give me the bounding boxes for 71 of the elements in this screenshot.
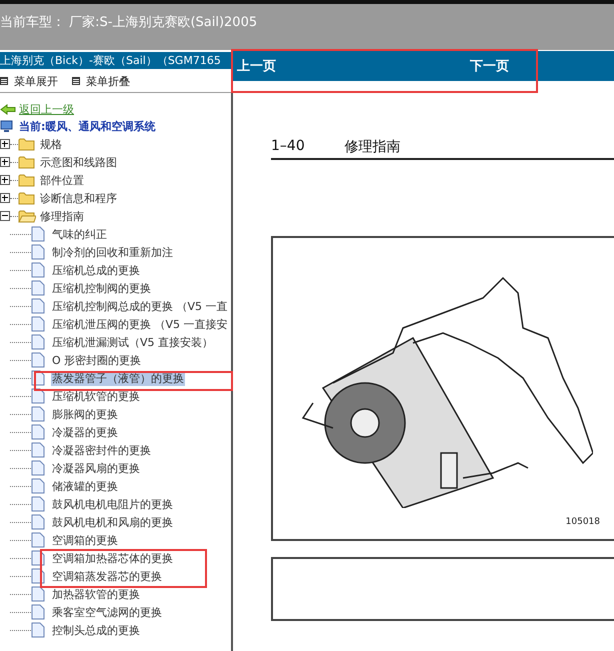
document-icon (31, 460, 45, 476)
current-section-label: 当前:暖风、通风和空调系统 (19, 119, 156, 134)
next-page-link[interactable]: 下一页 (470, 57, 509, 75)
document-icon (31, 352, 45, 368)
folder-icon (18, 173, 36, 187)
open-folder-icon (18, 209, 36, 223)
document-icon (31, 280, 45, 296)
page-number: 1–40 (271, 138, 305, 156)
document-icon (31, 478, 45, 494)
document-icon (31, 496, 45, 512)
collapse-icon[interactable] (0, 211, 10, 221)
document-icon (31, 604, 45, 620)
tree-page-item[interactable]: 乘客室空气滤网的更换 (51, 604, 163, 620)
document-icon (31, 406, 45, 422)
tree-page-item[interactable]: 加热器软管的更换 (51, 586, 141, 602)
tree-folder-item[interactable]: 诊断信息和程序 (40, 190, 117, 206)
document-icon (31, 442, 45, 458)
previous-page-link[interactable]: 上一页 (237, 57, 276, 75)
tree-page-item[interactable]: 控制头总成的更换 (51, 622, 141, 638)
document-icon (31, 298, 45, 314)
computer-icon (0, 120, 13, 133)
tree-page-item[interactable]: 空调箱蒸发器芯的更换 (51, 568, 163, 584)
folder-icon (18, 137, 36, 151)
expand-icon[interactable] (0, 139, 10, 149)
sidebar-title: 上海别克（Bick）-赛欧（Sail）（SGM7165 (0, 52, 231, 69)
document-icon (31, 244, 45, 260)
expand-icon[interactable] (0, 193, 10, 203)
figure-number: 105018 (566, 517, 600, 527)
tree-page-item[interactable]: 冷凝器的更换 (51, 424, 119, 440)
document-icon (31, 334, 45, 350)
folder-icon (18, 155, 36, 169)
expand-icon[interactable] (0, 157, 10, 167)
menu-toggle-button[interactable]: 菜单展开 (0, 73, 58, 89)
document-icon (31, 262, 45, 278)
folder-icon (18, 191, 36, 205)
section-heading: 修理指南 (344, 138, 401, 156)
tree-page-item[interactable]: 压缩机泄压阀的更换 （V5 一直接安 (51, 316, 229, 332)
document-icon (31, 586, 45, 602)
list-icon (72, 77, 80, 85)
tree-page-item[interactable]: 空调箱的更换 (51, 532, 119, 548)
tree-page-item[interactable]: 压缩机泄漏测试（V5 直接安装） (51, 334, 214, 350)
tree-page-item[interactable]: O 形密封圈的更换 (51, 352, 142, 368)
document-icon (31, 622, 45, 638)
back-link[interactable]: 返回上一级 (0, 101, 74, 118)
tree-page-item[interactable]: 压缩机软管的更换 (51, 388, 141, 404)
tree-page-item[interactable]: 压缩机总成的更换 (51, 262, 141, 278)
list-icon (0, 77, 8, 85)
document-icon (31, 514, 45, 530)
tree-page-item[interactable]: 鼓风机电机电阻片的更换 (51, 496, 174, 512)
tree-page-item[interactable]: 储液罐的更换 (51, 478, 119, 494)
tree-page-item[interactable]: 鼓风机电机和风扇的更换 (51, 514, 174, 530)
tree-folder-item[interactable]: 示意图和线路图 (40, 154, 117, 170)
tree-page-item[interactable]: 冷凝器密封件的更换 (51, 442, 152, 458)
tree-folder-item[interactable]: 修理指南 (40, 208, 84, 224)
tree-page-item[interactable]: 气味的纠正 (51, 226, 108, 242)
menu-toggle-button[interactable]: 菜单折叠 (72, 73, 130, 89)
document-icon (31, 424, 45, 440)
left-arrow-icon (0, 104, 16, 115)
tree-page-item[interactable]: 冷凝器风扇的更换 (51, 460, 141, 476)
tree-page-item[interactable]: 压缩机控制阀的更换 (51, 280, 152, 296)
tree-folder-item[interactable]: 部件位置 (40, 172, 84, 188)
tree-page-item[interactable]: 制冷剂的回收和重新加注 (51, 244, 174, 260)
tree-page-item[interactable]: 压缩机控制阀总成的更换 （V5 一直 (51, 298, 229, 314)
document-icon (31, 226, 45, 242)
expand-icon[interactable] (0, 175, 10, 185)
vehicle-model-label: 当前车型： 厂家:S-上海别克赛欧(Sail)2005 (0, 15, 258, 30)
document-icon (31, 316, 45, 332)
tree-page-item[interactable]: 空调箱加热器芯体的更换 (51, 550, 174, 566)
tree-folder-item[interactable]: 规格 (40, 136, 62, 152)
tree-page-item[interactable]: 膨胀阀的更换 (51, 406, 119, 422)
document-icon (31, 532, 45, 548)
